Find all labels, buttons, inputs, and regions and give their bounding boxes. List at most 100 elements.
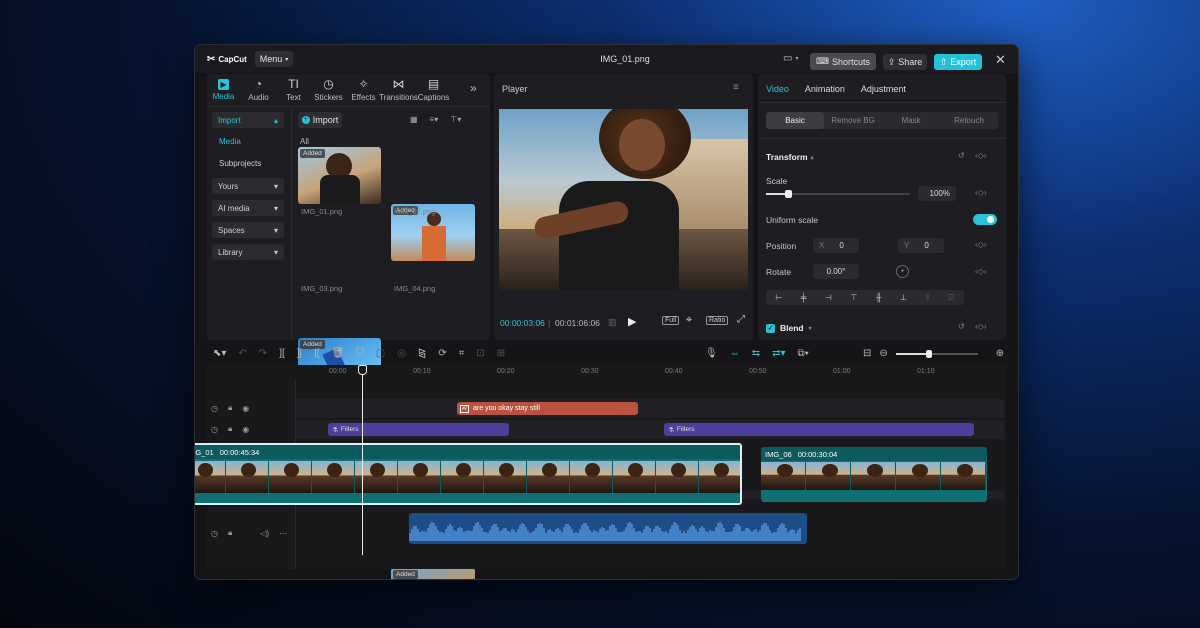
filter-icon[interactable]: ⊤▾ xyxy=(450,115,461,124)
volume-icon[interactable]: ◁) xyxy=(260,529,269,538)
rotate-dial-icon[interactable]: • xyxy=(896,265,909,278)
blend-checkbox[interactable]: ✓ xyxy=(766,323,775,333)
tab-media[interactable]: ▶ Media xyxy=(207,79,240,101)
playhead[interactable] xyxy=(358,365,367,555)
sidebar-library[interactable]: Library ▾ xyxy=(212,244,284,260)
rotate-icon[interactable]: ⟳ xyxy=(438,348,446,359)
sidebar-import[interactable]: Import ▴ xyxy=(212,112,284,128)
playhead-handle[interactable] xyxy=(358,365,367,375)
slider-handle[interactable] xyxy=(925,350,932,358)
filter-clip[interactable]: ⚗ Filters xyxy=(664,423,974,436)
play-icon[interactable]: ▶ xyxy=(628,315,636,328)
media-thumbnail-1[interactable]: Added xyxy=(298,147,381,204)
eye-icon[interactable]: ◉ xyxy=(242,404,249,413)
zoom-in-icon[interactable]: ⊕ xyxy=(996,348,1004,359)
grid-view-icon[interactable]: ▦ xyxy=(410,115,418,124)
shortcuts-button[interactable]: ⌨ Shortcuts xyxy=(810,53,876,70)
split-left-icon[interactable]: ]| xyxy=(297,348,302,359)
tab-audio[interactable]: ◔ Audio xyxy=(242,78,275,103)
split-right-icon[interactable]: |[ xyxy=(314,348,319,359)
subtab-mask[interactable]: Mask xyxy=(882,116,940,125)
align-right-icon[interactable]: ⊣ xyxy=(825,293,832,302)
second-video-clip[interactable]: IMG_06 00:00:30:04 xyxy=(761,447,987,502)
tab-adjustment[interactable]: Adjustment xyxy=(861,84,906,94)
crop-icon[interactable]: ⌗ xyxy=(459,348,465,359)
linkage-icon[interactable]: ⇄▾ xyxy=(772,348,785,359)
more-tools-icon[interactable]: » xyxy=(470,81,477,95)
keyframe-icon[interactable]: ‹◇› xyxy=(975,188,986,197)
sidebar-media[interactable]: Media xyxy=(219,137,241,146)
clock-icon[interactable]: ◷ xyxy=(211,404,218,413)
tab-transitions[interactable]: ⋈ Transitions xyxy=(379,78,418,103)
clock-icon[interactable]: ◷ xyxy=(211,529,218,538)
tab-stickers[interactable]: ◷ Stickers xyxy=(312,78,345,103)
sidebar-subprojects[interactable]: Subprojects xyxy=(219,159,261,168)
ratio-button[interactable]: Ratio xyxy=(706,316,729,325)
layout-button[interactable]: ▭ ▾ xyxy=(783,53,798,64)
slider-handle[interactable] xyxy=(784,190,792,198)
lock-icon[interactable]: 🔒︎ xyxy=(228,528,232,538)
align-bottom-icon[interactable]: ⊥ xyxy=(900,293,907,302)
eye-icon[interactable]: ◉ xyxy=(242,425,249,434)
position-y-field[interactable]: Y0 xyxy=(898,238,944,253)
split-icon[interactable]: ][ xyxy=(279,348,285,359)
shield-icon[interactable]: ⛉ xyxy=(356,348,364,359)
player-menu-icon[interactable]: ≡ xyxy=(733,82,739,93)
lock-icon[interactable]: 🔒︎ xyxy=(228,403,232,413)
resize-icon[interactable]: ⊡ xyxy=(476,348,484,359)
align-center-h-icon[interactable]: ╪ xyxy=(801,293,807,302)
auto-reframe-icon[interactable]: ⊞ xyxy=(497,348,505,359)
video-preview[interactable] xyxy=(499,109,748,290)
reverse-icon[interactable]: ◎ xyxy=(397,348,406,359)
mirror-icon[interactable]: ⧎ xyxy=(418,348,426,359)
auto-snapping-icon[interactable]: ⇆ xyxy=(752,348,760,359)
freeze-icon[interactable]: ▢ xyxy=(376,348,385,359)
redo-icon[interactable]: ↷ xyxy=(259,348,267,359)
reset-icon[interactable]: ↺ xyxy=(958,151,965,160)
close-icon[interactable]: ✕ xyxy=(995,52,1006,68)
sidebar-ai-media[interactable]: AI media ▾ xyxy=(212,200,284,216)
uniform-scale-toggle[interactable] xyxy=(973,214,997,225)
align-middle-icon[interactable]: ╫ xyxy=(876,293,882,302)
lock-icon[interactable]: 🔒︎ xyxy=(228,424,232,434)
tab-effects[interactable]: ✧ Effects xyxy=(347,78,380,103)
fit-timeline-icon[interactable]: ⊟ xyxy=(863,348,871,359)
share-button[interactable]: ⇪ Share xyxy=(883,54,927,70)
media-thumbnail-6[interactable]: Added xyxy=(391,568,475,579)
sidebar-spaces[interactable]: Spaces ▾ xyxy=(212,222,284,238)
blend-header[interactable]: ✓ Blend ▾ xyxy=(766,323,812,333)
time-ruler[interactable]: 00:00 00:10 00:20 00:30 00:40 00:50 01:0… xyxy=(207,365,1006,379)
distribute-v-icon[interactable]: ☰ xyxy=(947,293,954,302)
zoom-out-icon[interactable]: ⊖ xyxy=(879,348,887,359)
main-track-magnet-icon[interactable]: ⇔ xyxy=(730,348,740,359)
reset-icon[interactable]: ↺ xyxy=(958,322,965,331)
timeline-grid-icon[interactable]: ▥ xyxy=(608,317,617,328)
sidebar-yours[interactable]: Yours ▾ xyxy=(212,178,284,194)
tab-video[interactable]: Video xyxy=(766,84,789,94)
rotate-field[interactable]: 0.00° xyxy=(813,264,859,279)
align-left-icon[interactable]: ⊢ xyxy=(775,293,782,302)
tab-captions[interactable]: ▤ Captions xyxy=(417,78,450,103)
full-button[interactable]: Full xyxy=(662,316,680,325)
distribute-h-icon[interactable]: ⫴ xyxy=(926,293,929,303)
keyframe-icon[interactable]: ‹◇› xyxy=(975,322,986,331)
zoom-slider[interactable] xyxy=(895,350,978,358)
text-clip[interactable]: Aᴵ are you okay stay still xyxy=(457,402,638,415)
main-video-clip[interactable]: IMG_0100:00:45:34 xyxy=(195,443,742,505)
sort-icon[interactable]: ≡▾ xyxy=(430,115,439,124)
subtab-remove-bg[interactable]: Remove BG xyxy=(824,116,882,125)
keyframe-icon[interactable]: ‹◇› xyxy=(975,267,986,276)
preview-axis-icon[interactable]: ⧉▾ xyxy=(798,348,809,359)
filter-clip[interactable]: ⚗ Filters xyxy=(328,423,509,436)
transform-header[interactable]: Transform ▴ xyxy=(766,152,814,162)
undo-icon[interactable]: ↶ xyxy=(238,348,246,359)
subtab-retouch[interactable]: Retouch xyxy=(940,116,998,125)
more-icon[interactable]: ⋯ xyxy=(279,529,287,538)
microphone-icon[interactable]: 🎙 xyxy=(705,348,718,359)
delete-icon[interactable]: 🗑 xyxy=(332,348,345,359)
focus-icon[interactable]: ⌖ xyxy=(686,314,692,327)
export-button[interactable]: ⇧ Export xyxy=(934,54,982,70)
tab-animation[interactable]: Animation xyxy=(805,84,845,94)
clock-icon[interactable]: ◷ xyxy=(211,425,218,434)
subtab-basic[interactable]: Basic xyxy=(766,112,824,129)
